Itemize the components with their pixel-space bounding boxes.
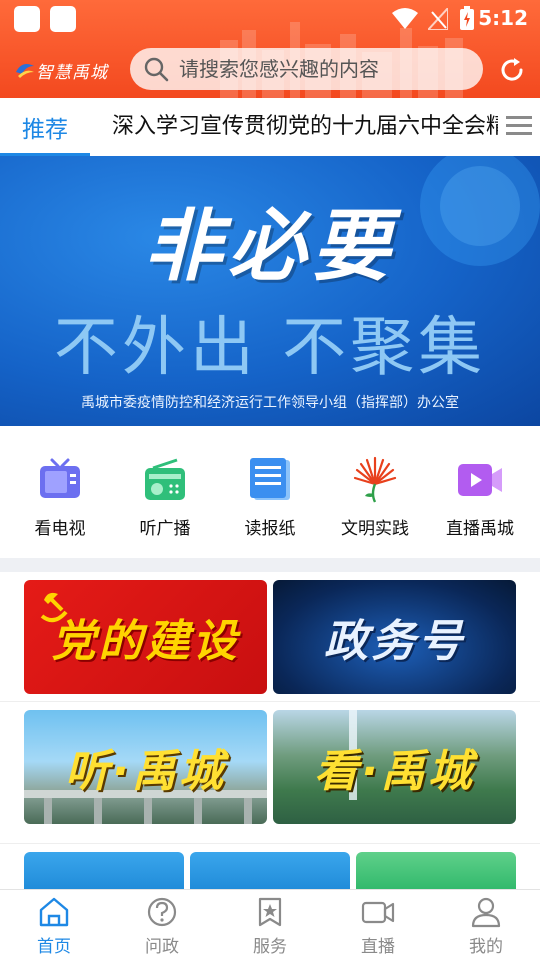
quick-link-label: 文明实践 xyxy=(341,519,409,539)
tv-icon xyxy=(40,458,80,498)
row-divider xyxy=(0,701,540,702)
app-logo[interactable] xyxy=(14,58,36,80)
quick-link-label: 听广播 xyxy=(139,519,191,539)
nav-mine-label: 我的 xyxy=(469,937,503,957)
nav-home-label: 首页 xyxy=(37,937,71,957)
notification-icon xyxy=(14,6,40,32)
card-government-account[interactable]: 政务号 xyxy=(273,580,516,694)
search-bar[interactable] xyxy=(130,48,483,90)
banner-title: 非必要 xyxy=(143,202,396,292)
refresh-icon[interactable] xyxy=(498,56,526,84)
newspaper-icon xyxy=(250,458,290,500)
nav-service-label: 服务 xyxy=(253,937,287,957)
question-icon xyxy=(147,897,177,927)
nav-service[interactable]: 服务 xyxy=(216,896,324,958)
banner-subtitle: 不外出 不聚集 xyxy=(53,311,487,385)
wifi-icon xyxy=(392,8,418,29)
notification-icon xyxy=(50,6,76,32)
battery-icon xyxy=(460,6,474,30)
nav-home[interactable]: 首页 xyxy=(0,896,108,958)
menu-icon[interactable] xyxy=(504,112,534,140)
hero-banner[interactable]: 非必要 不外出 不聚集 禹城市委疫情防控和经济运行工作领导小组（指挥部）办公室 xyxy=(0,156,540,426)
quick-link-newspaper[interactable]: 读报纸 xyxy=(218,456,322,546)
video-camera-icon xyxy=(458,464,502,496)
card-party-building[interactable]: 党的建设 xyxy=(24,580,267,694)
civilization-icon xyxy=(353,456,397,503)
search-input[interactable] xyxy=(179,57,459,81)
card-label: 政务号 xyxy=(324,616,465,667)
home-icon xyxy=(39,897,69,927)
nav-live[interactable]: 直播 xyxy=(324,896,432,958)
radio-icon xyxy=(145,458,185,500)
row-divider xyxy=(0,843,540,844)
app-header: 5:12 智慧禹城 xyxy=(0,0,540,98)
search-icon xyxy=(144,57,169,82)
card-label: 看·禹城 xyxy=(314,746,475,797)
status-bar: 5:12 xyxy=(0,0,540,38)
card-watch-yucheng[interactable]: 看·禹城 xyxy=(273,710,516,824)
card-label: 听·禹城 xyxy=(65,746,226,797)
quick-link-tv[interactable]: 看电视 xyxy=(8,456,112,546)
banner-footer: 禹城市委疫情防控和经济运行工作领导小组（指挥部）办公室 xyxy=(81,395,459,411)
card-partial[interactable] xyxy=(24,852,184,892)
nav-inquiry-label: 问政 xyxy=(145,937,179,957)
quick-link-label: 读报纸 xyxy=(244,519,296,539)
app-logo-text: 智慧禹城 xyxy=(36,63,108,83)
nav-live-label: 直播 xyxy=(361,937,395,957)
card-partial[interactable] xyxy=(190,852,350,892)
live-camera-icon xyxy=(361,901,395,924)
card-label: 党的建设 xyxy=(51,616,240,667)
tab-headline[interactable]: 深入学习宣传贯彻党的十九届六中全会精神 xyxy=(112,98,498,156)
card-listen-yucheng[interactable]: 听·禹城 xyxy=(24,710,267,824)
quick-links: 看电视 听广播 读报纸 文明实践 直播禹城 xyxy=(0,426,540,558)
section-divider xyxy=(0,558,540,572)
quick-link-label: 看电视 xyxy=(34,519,86,539)
status-time: 5:12 xyxy=(478,6,528,30)
quick-link-live[interactable]: 直播禹城 xyxy=(428,456,532,546)
tab-recommend-label: 推荐 xyxy=(22,117,68,143)
bottom-navigation: 首页 问政 服务 直播 我的 xyxy=(0,889,540,960)
no-signal-icon xyxy=(428,8,448,30)
nav-mine[interactable]: 我的 xyxy=(432,896,540,958)
quick-link-radio[interactable]: 听广播 xyxy=(113,456,217,546)
quick-link-civilization[interactable]: 文明实践 xyxy=(323,456,427,546)
channel-tab-bar: 推荐 深入学习宣传贯彻党的十九届六中全会精神 xyxy=(0,98,540,156)
quick-link-label: 直播禹城 xyxy=(446,519,514,539)
user-icon xyxy=(471,897,501,928)
service-star-icon xyxy=(258,897,282,927)
tab-recommend[interactable]: 推荐 xyxy=(0,98,90,156)
card-partial[interactable] xyxy=(356,852,516,892)
nav-inquiry[interactable]: 问政 xyxy=(108,896,216,958)
